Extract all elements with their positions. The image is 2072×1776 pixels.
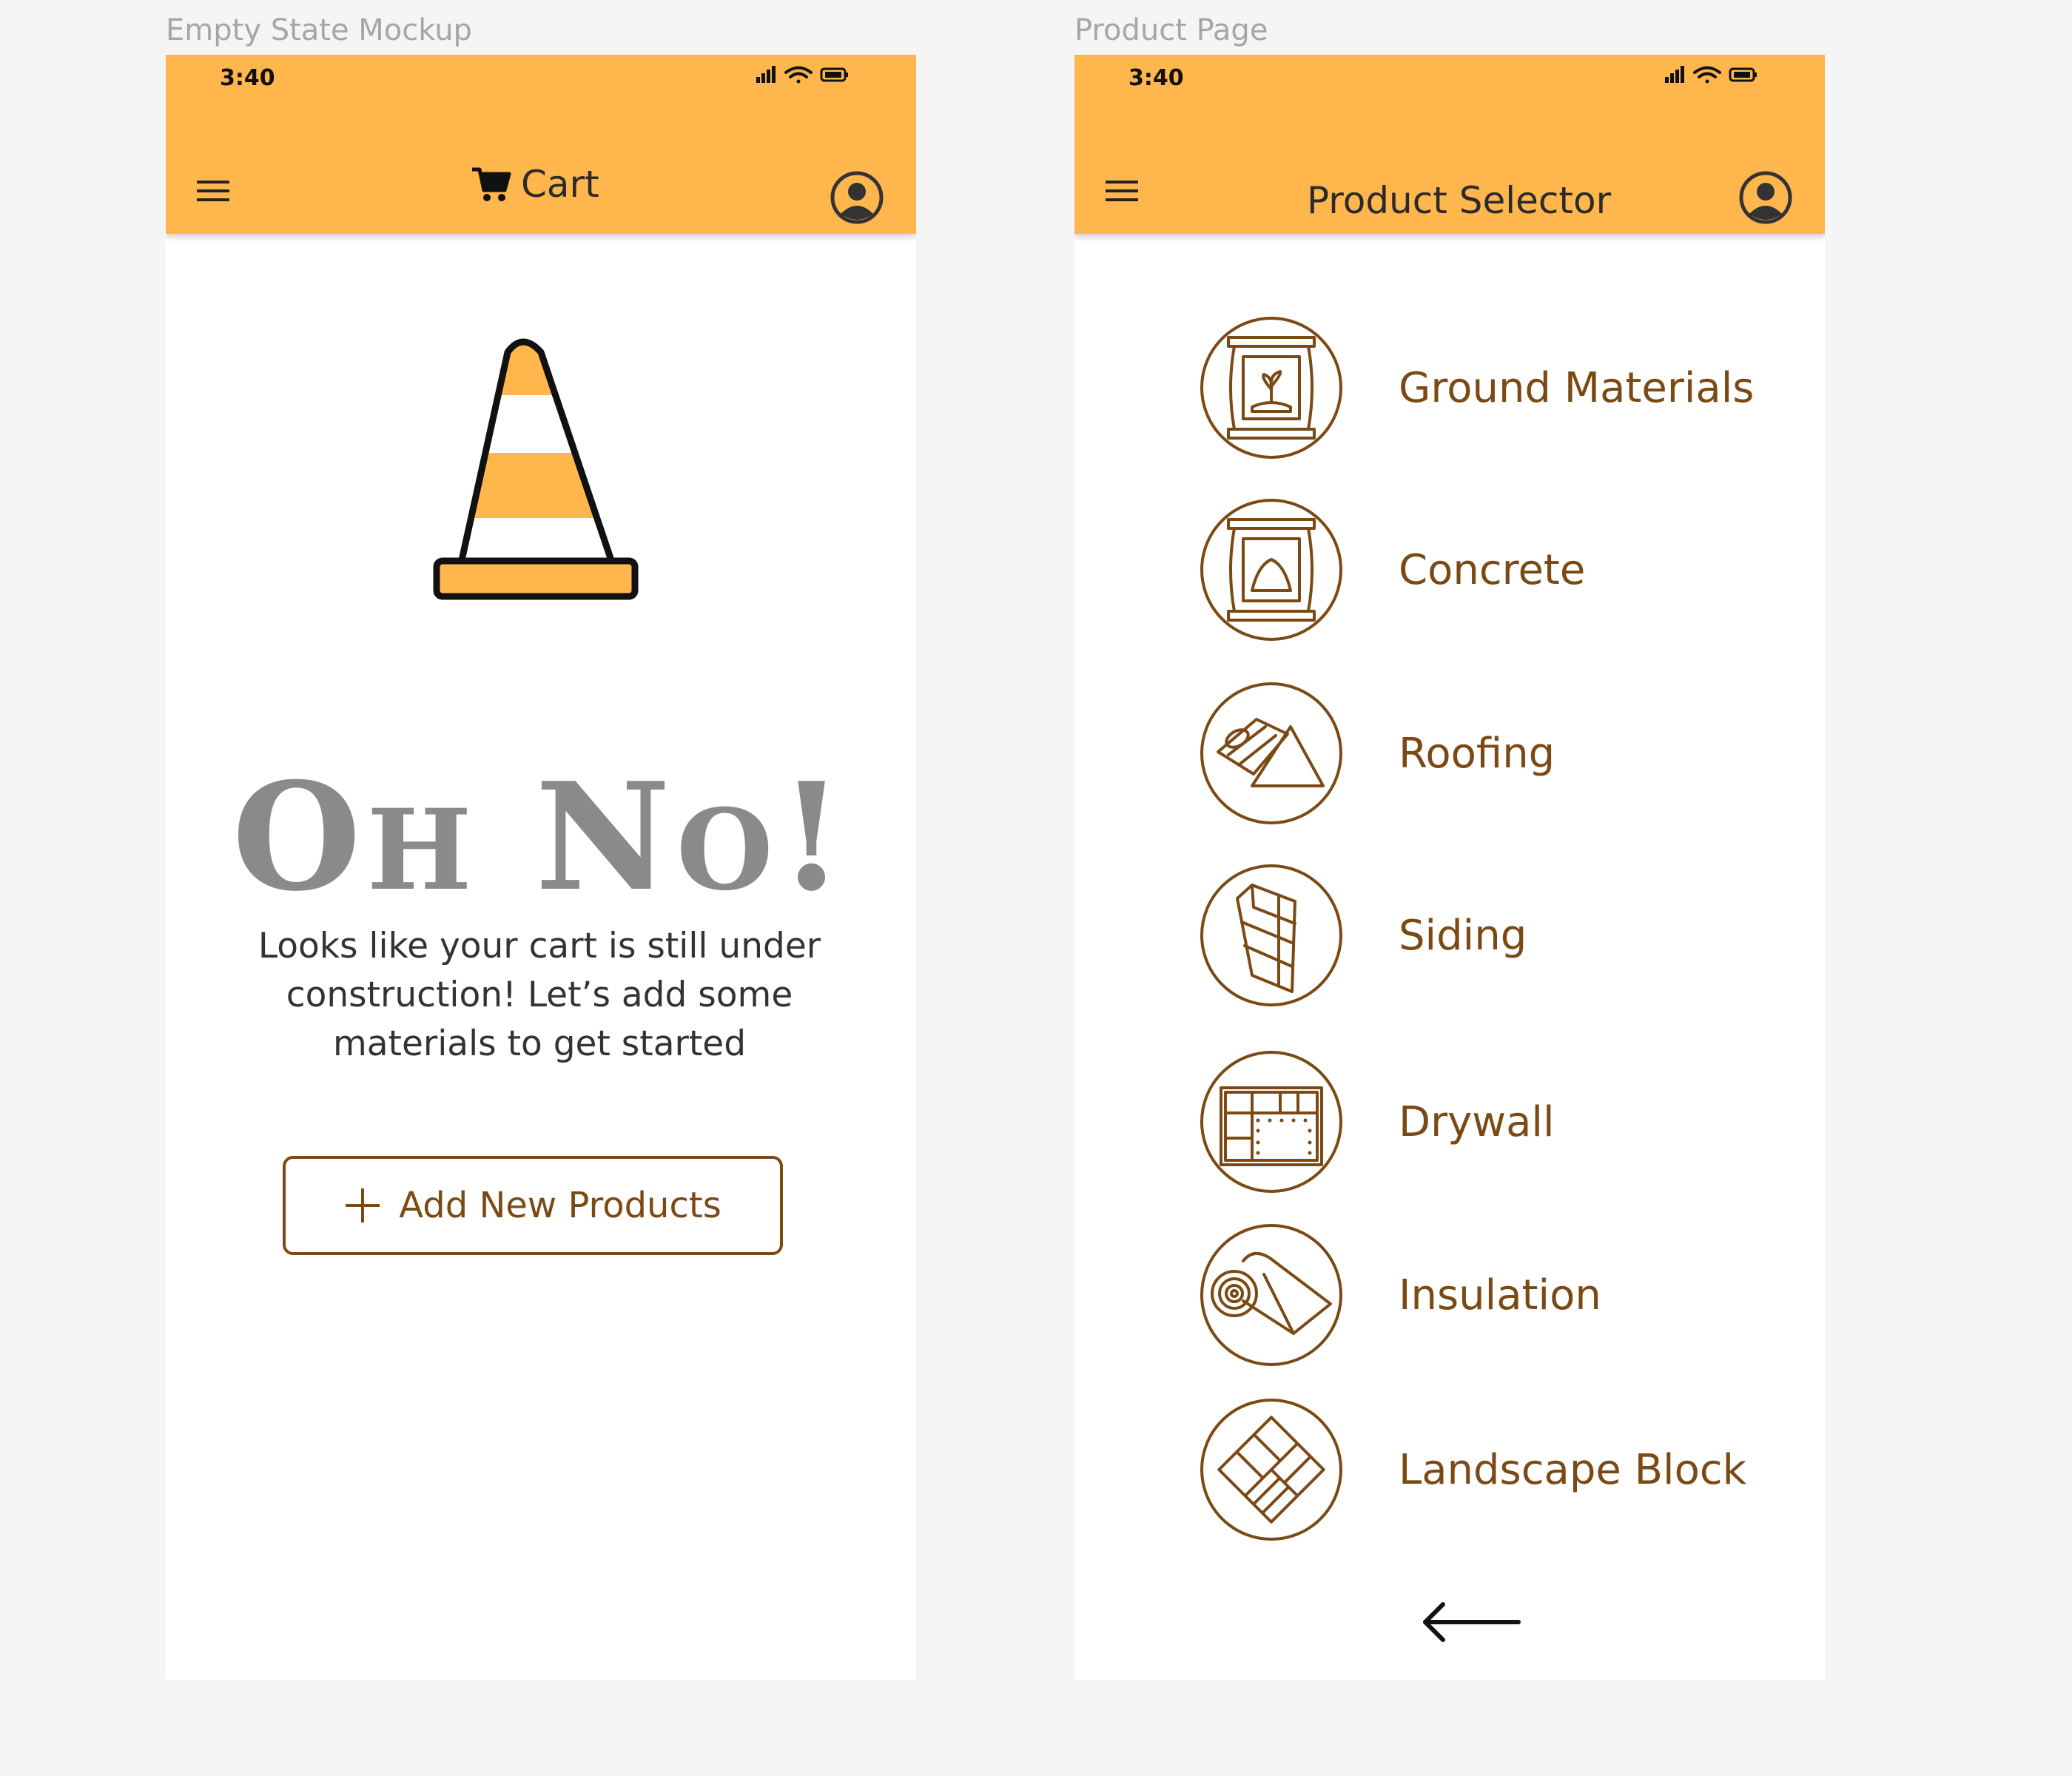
status-time: 3:40 [1128,65,1184,91]
page-title: Product Selector [1307,179,1612,222]
status-icons [756,66,848,84]
menu-icon[interactable] [1104,179,1140,203]
product-label: Concrete [1399,545,1586,594]
product-label: Roofing [1399,729,1555,778]
cart-title-group: Cart [471,163,599,206]
landscape-block-icon [1200,1399,1342,1541]
empty-state-screen: 3:40 Cart OH NO! Looks like your cart is… [166,55,916,1680]
page-title: Cart [521,163,599,206]
app-bar: 3:40 Cart [166,55,916,234]
frame-label-empty-state: Empty State Mockup [166,13,472,47]
plus-icon [346,1188,380,1222]
cart-icon [472,167,511,201]
menu-icon[interactable] [195,179,231,203]
product-label: Siding [1399,911,1527,960]
concrete-bag-icon [1200,499,1342,641]
product-item-drywall[interactable]: Drywall [1199,1049,1791,1194]
app-bar: 3:40 Product Selector [1074,55,1825,234]
add-new-products-label: Add New Products [399,1185,722,1226]
product-label: Landscape Block [1399,1445,1747,1494]
siding-icon [1200,864,1342,1006]
product-label: Ground Materials [1399,363,1755,412]
product-selector-screen: 3:40 Product Selector Ground Materials C… [1074,55,1825,1680]
wifi-icon [1693,66,1721,84]
product-label: Drywall [1399,1097,1555,1146]
product-label: Insulation [1399,1271,1601,1319]
account-icon[interactable] [1738,169,1794,226]
product-item-landscape-block[interactable]: Landscape Block [1199,1397,1791,1542]
wifi-icon [784,66,813,84]
battery-icon [1729,67,1757,82]
product-item-insulation[interactable]: Insulation [1199,1222,1791,1368]
oh-no-heading: OH NO! [232,750,850,924]
battery-icon [820,67,848,82]
product-item-roofing[interactable]: Roofing [1199,681,1791,826]
add-new-products-button[interactable]: Add New Products [283,1156,783,1255]
roofing-icon [1200,682,1342,824]
signal-icon [756,66,776,83]
insulation-roll-icon [1200,1224,1342,1366]
product-item-siding[interactable]: Siding [1199,863,1791,1008]
back-arrow-icon[interactable] [1419,1594,1523,1650]
drywall-icon [1200,1051,1342,1193]
frame-label-product-page: Product Page [1074,13,1268,47]
status-icons [1665,66,1757,84]
status-time: 3:40 [220,65,275,91]
product-item-ground-materials[interactable]: Ground Materials [1199,315,1791,460]
soil-bag-icon [1200,317,1342,459]
account-icon[interactable] [829,169,885,226]
product-item-concrete[interactable]: Concrete [1199,497,1791,642]
empty-cart-message: Looks like your cart is still under cons… [258,926,821,1064]
traffic-cone-icon [433,338,639,600]
signal-icon [1665,66,1684,83]
